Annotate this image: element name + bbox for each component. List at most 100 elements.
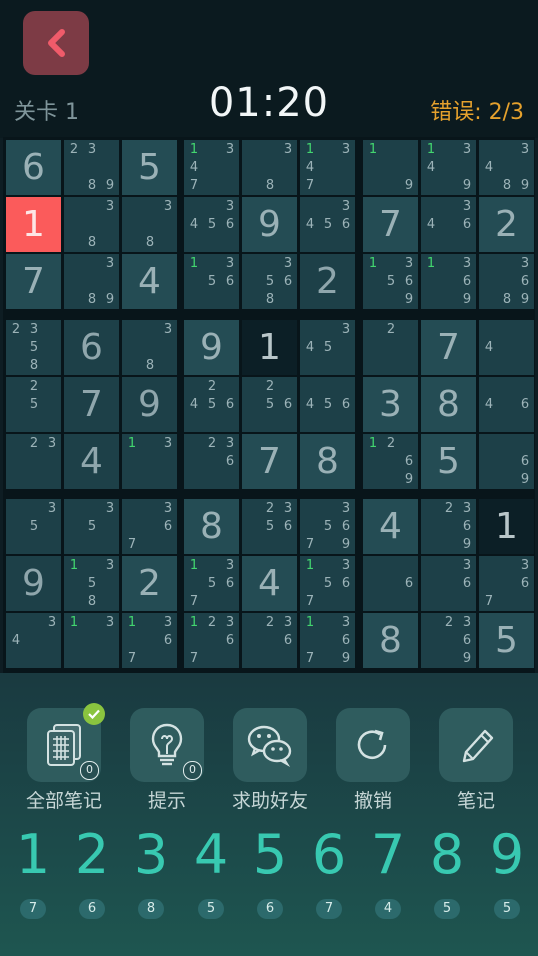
number-button-8[interactable]: 8 xyxy=(418,823,476,886)
sudoku-cell-r4c6[interactable]: 3 45 xyxy=(300,320,355,375)
sudoku-cell-r4c8[interactable]: 7 xyxy=(421,320,476,375)
sudoku-cell-r3c6[interactable]: 2 xyxy=(300,254,355,309)
sudoku-cell-r6c4[interactable]: 23 6 xyxy=(184,434,239,489)
sudoku-cell-r8c2[interactable]: 1 35 8 xyxy=(64,556,119,611)
sudoku-cell-r2c4[interactable]: 3 456 xyxy=(184,197,239,252)
candidate-note: 1 xyxy=(305,615,315,630)
candidate-note: 7 xyxy=(305,537,315,552)
sudoku-cell-r1c6[interactable]: 1 3 4 7 xyxy=(300,140,355,195)
ask-friend-button[interactable] xyxy=(233,708,307,782)
sudoku-cell-r9c5[interactable]: 23 6 xyxy=(242,613,297,668)
sudoku-cell-r2c7[interactable]: 7 xyxy=(363,197,418,252)
sudoku-cell-r9c3[interactable]: 1 3 6 7 xyxy=(122,613,177,668)
sudoku-cell-r9c6[interactable]: 1 3 6 7 9 xyxy=(300,613,355,668)
sudoku-cell-r5c4[interactable]: 2456 xyxy=(184,377,239,432)
hint-button[interactable]: 0 xyxy=(130,708,204,782)
number-button-7[interactable]: 7 xyxy=(359,823,417,886)
sudoku-cell-r6c2[interactable]: 4 xyxy=(64,434,119,489)
sudoku-cell-r3c1[interactable]: 7 xyxy=(6,254,61,309)
sudoku-cell-r3c3[interactable]: 4 xyxy=(122,254,177,309)
sudoku-cell-r3c4[interactable]: 1 356 xyxy=(184,254,239,309)
sudoku-cell-r8c1[interactable]: 9 xyxy=(6,556,61,611)
sudoku-cell-r6c1[interactable]: 23 xyxy=(6,434,61,489)
sudoku-cell-r4c3[interactable]: 38 xyxy=(122,320,177,375)
sudoku-cell-r7c3[interactable]: 3 6 7 xyxy=(122,499,177,554)
sudoku-cell-r1c3[interactable]: 5 xyxy=(122,140,177,195)
sudoku-cell-r2c8[interactable]: 3 4 6 xyxy=(421,197,476,252)
sudoku-cell-r1c4[interactable]: 1 3 4 7 xyxy=(184,140,239,195)
sudoku-cell-r5c9[interactable]: 46 xyxy=(479,377,534,432)
sudoku-cell-r1c1[interactable]: 6 xyxy=(6,140,61,195)
number-button-2[interactable]: 2 xyxy=(63,823,121,886)
sudoku-cell-r5c6[interactable]: 456 xyxy=(300,377,355,432)
sudoku-cell-r5c7[interactable]: 3 xyxy=(363,377,418,432)
sudoku-cell-r1c5[interactable]: 38 xyxy=(242,140,297,195)
sudoku-cell-r8c4[interactable]: 1 356 7 xyxy=(184,556,239,611)
sudoku-cell-r4c9[interactable]: 4 xyxy=(479,320,534,375)
sudoku-cell-r5c2[interactable]: 7 xyxy=(64,377,119,432)
sudoku-cell-r8c8[interactable]: 36 xyxy=(421,556,476,611)
sudoku-cell-r1c9[interactable]: 3 489 xyxy=(479,140,534,195)
sudoku-cell-r8c3[interactable]: 2 xyxy=(122,556,177,611)
sudoku-cell-r7c9[interactable]: 1 xyxy=(479,499,534,554)
sudoku-cell-r2c5[interactable]: 9 xyxy=(242,197,297,252)
sudoku-cell-r3c8[interactable]: 1 3 6 9 xyxy=(421,254,476,309)
number-button-9[interactable]: 9 xyxy=(478,823,536,886)
undo-button[interactable] xyxy=(336,708,410,782)
number-button-6[interactable]: 6 xyxy=(300,823,358,886)
candidate-note: 3 xyxy=(341,322,351,337)
sudoku-cell-r7c7[interactable]: 4 xyxy=(363,499,418,554)
sudoku-cell-r8c6[interactable]: 1 356 7 xyxy=(300,556,355,611)
sudoku-cell-r6c5[interactable]: 7 xyxy=(242,434,297,489)
number-button-4[interactable]: 4 xyxy=(182,823,240,886)
sudoku-cell-r2c2[interactable]: 38 xyxy=(64,197,119,252)
back-button[interactable] xyxy=(23,11,89,75)
sudoku-cell-r5c5[interactable]: 2 56 xyxy=(242,377,297,432)
sudoku-cell-r9c1[interactable]: 34 xyxy=(6,613,61,668)
sudoku-cell-r9c9[interactable]: 5 xyxy=(479,613,534,668)
sudoku-cell-r3c5[interactable]: 3568 xyxy=(242,254,297,309)
number-button-5[interactable]: 5 xyxy=(241,823,299,886)
candidate-note: 8 xyxy=(87,178,97,193)
sudoku-cell-r7c5[interactable]: 2356 xyxy=(242,499,297,554)
sudoku-cell-r7c8[interactable]: 23 6 9 xyxy=(421,499,476,554)
sudoku-cell-r8c5[interactable]: 4 xyxy=(242,556,297,611)
sudoku-cell-r2c1[interactable]: 1 xyxy=(6,197,61,252)
sudoku-cell-r7c6[interactable]: 356 7 9 xyxy=(300,499,355,554)
sudoku-cell-r6c8[interactable]: 5 xyxy=(421,434,476,489)
number-button-1[interactable]: 1 xyxy=(4,823,62,886)
notes-toggle-button[interactable] xyxy=(439,708,513,782)
sudoku-cell-r4c7[interactable]: 2 xyxy=(363,320,418,375)
sudoku-cell-r6c6[interactable]: 8 xyxy=(300,434,355,489)
sudoku-cell-r1c7[interactable]: 19 xyxy=(363,140,418,195)
sudoku-cell-r7c2[interactable]: 35 xyxy=(64,499,119,554)
sudoku-cell-r2c3[interactable]: 38 xyxy=(122,197,177,252)
number-button-3[interactable]: 3 xyxy=(122,823,180,886)
sudoku-cell-r4c1[interactable]: 23 5 8 xyxy=(6,320,61,375)
sudoku-cell-r4c5[interactable]: 1 xyxy=(242,320,297,375)
sudoku-cell-r9c4[interactable]: 123 6 7 xyxy=(184,613,239,668)
sudoku-cell-r3c9[interactable]: 3 689 xyxy=(479,254,534,309)
sudoku-cell-r2c6[interactable]: 3 456 xyxy=(300,197,355,252)
sudoku-cell-r9c8[interactable]: 23 6 9 xyxy=(421,613,476,668)
sudoku-cell-r6c9[interactable]: 69 xyxy=(479,434,534,489)
sudoku-cell-r3c2[interactable]: 3 89 xyxy=(64,254,119,309)
sudoku-cell-r6c3[interactable]: 13 xyxy=(122,434,177,489)
sudoku-cell-r2c9[interactable]: 2 xyxy=(479,197,534,252)
sudoku-cell-r3c7[interactable]: 1 356 9 xyxy=(363,254,418,309)
sudoku-cell-r9c2[interactable]: 13 xyxy=(64,613,119,668)
sudoku-cell-r9c7[interactable]: 8 xyxy=(363,613,418,668)
sudoku-cell-r8c9[interactable]: 3 6 7 xyxy=(479,556,534,611)
sudoku-cell-r6c7[interactable]: 126 9 xyxy=(363,434,418,489)
sudoku-cell-r8c7[interactable]: 6 xyxy=(363,556,418,611)
sudoku-cell-r7c4[interactable]: 8 xyxy=(184,499,239,554)
sudoku-cell-r5c3[interactable]: 9 xyxy=(122,377,177,432)
sudoku-cell-r5c1[interactable]: 25 xyxy=(6,377,61,432)
sudoku-cell-r4c2[interactable]: 6 xyxy=(64,320,119,375)
sudoku-cell-r4c4[interactable]: 9 xyxy=(184,320,239,375)
sudoku-cell-r7c1[interactable]: 35 xyxy=(6,499,61,554)
sudoku-cell-r1c8[interactable]: 1 3 4 9 xyxy=(421,140,476,195)
sudoku-cell-r1c2[interactable]: 23 89 xyxy=(64,140,119,195)
sudoku-cell-r5c8[interactable]: 8 xyxy=(421,377,476,432)
candidate-note: 6 xyxy=(163,519,173,534)
